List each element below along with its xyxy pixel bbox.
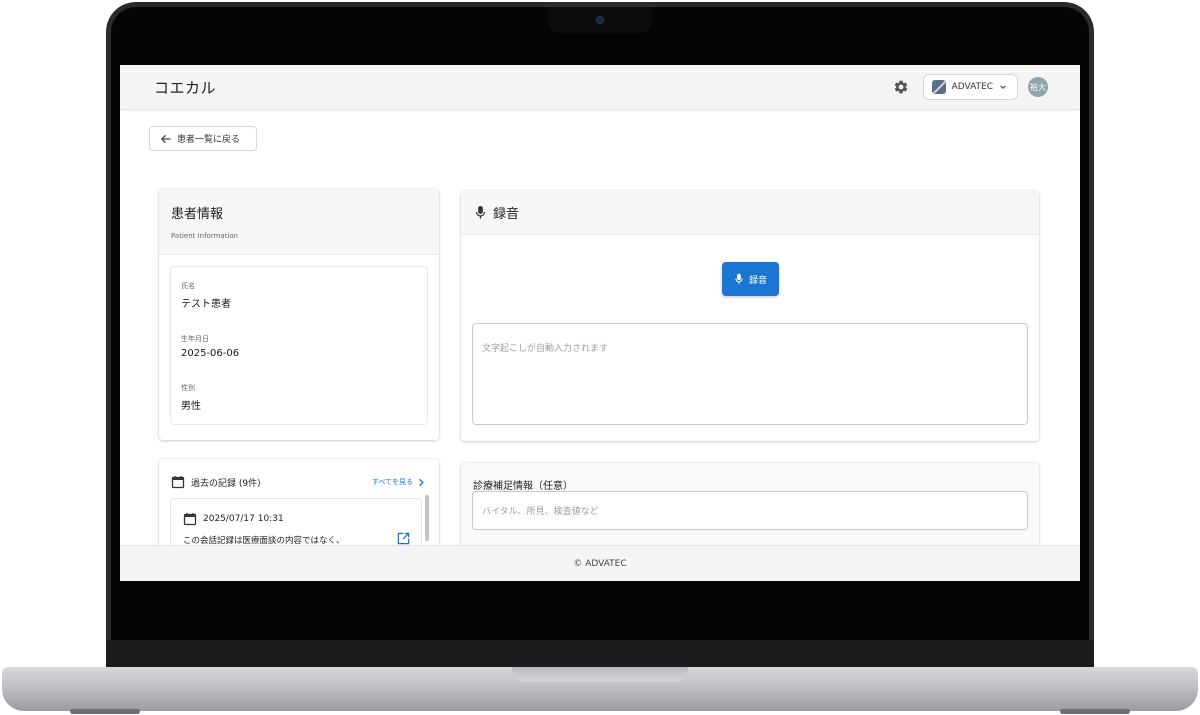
org-selector[interactable]: ADVATEC [922,74,1018,100]
patient-info-header: 患者情報 Patient Information [159,189,439,255]
header-actions: ADVATEC 裕大 [893,74,1048,100]
chevron-down-icon [1000,85,1006,89]
patient-info-subtitle: Patient Information [171,232,239,240]
arrow-left-icon [160,134,171,143]
app-title: コエカル [154,78,217,97]
birthdate-label: 生年月日 [181,335,209,343]
chevron-right-icon [419,478,424,486]
back-button-label: 患者一覧に戻る [177,135,241,145]
app-header: コエカル ADVATEC 裕大 [120,65,1080,109]
camera-icon [596,16,604,24]
name-label: 氏名 [181,282,195,290]
avatar[interactable]: 裕大 [1028,77,1048,97]
see-all-link[interactable]: すべてを見る [372,477,425,487]
name-value: テスト患者 [181,299,231,310]
gear-icon[interactable] [893,79,909,95]
copyright-text: © ADVATEC [573,558,627,569]
recording-title: 録音 [493,207,520,222]
transcript-placeholder: 文字起こしが自動入力されます [482,344,609,354]
gender-label: 性別 [181,384,195,392]
see-all-label: すべてを見る [371,478,413,486]
birthdate-value: 2025-06-06 [181,348,240,359]
transcript-textarea[interactable]: 文字起こしが自動入力されます [472,323,1028,425]
patient-info-title: 患者情報 [171,207,224,222]
gender-value: 男性 [181,401,201,412]
record-date-row: 2025/07/17 10:31 [183,512,411,526]
org-logo-icon [931,80,946,94]
record-button-label: 録音 [748,275,767,286]
patient-info-card: 患者情報 Patient Information 氏名 テスト患者 生年月日 2… [159,189,439,440]
recording-header: 録音 [461,191,1039,235]
supplement-info-input[interactable]: バイタル、所見、検査値など [472,491,1028,530]
supplement-placeholder: バイタル、所見、検査値など [482,507,599,517]
microphone-icon [735,273,743,284]
org-name: ADVATEC [951,82,993,92]
calendar-icon [171,476,185,489]
base-notch [512,667,688,682]
record-date: 2025/07/17 10:31 [203,514,284,524]
patient-info-fields: 氏名 テスト患者 生年月日 2025-06-06 性別 男性 [170,266,428,425]
records-scrollbar[interactable] [425,495,429,541]
microphone-icon [475,205,486,219]
past-records-title: 過去の記録 (9件) [191,478,261,489]
record-button[interactable]: 録音 [722,262,779,296]
open-external-icon[interactable] [397,532,410,545]
app-screen: コエカル ADVATEC 裕大 患者一覧に戻る 患者情報 Patient Inf… [120,65,1080,581]
laptop-foot-right [1060,709,1130,714]
calendar-icon [183,513,197,526]
laptop-foot-left [70,709,140,714]
hinge [106,640,1094,668]
back-to-patient-list-button[interactable]: 患者一覧に戻る [149,126,257,151]
recording-card: 録音 録音 文字起こしが自動入力されます [461,191,1039,441]
page-footer: © ADVATEC [120,545,1080,581]
supplement-info-title: 診療補足情報（任意） [473,481,573,492]
past-records-header: 過去の記録 (9件) すべてを見る [159,459,439,489]
